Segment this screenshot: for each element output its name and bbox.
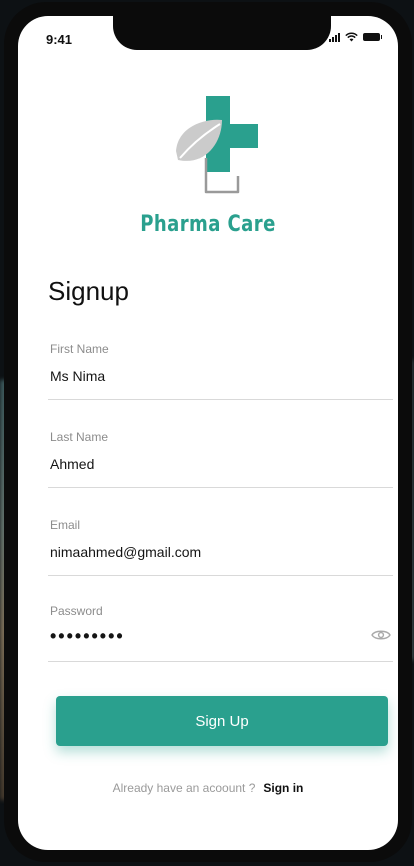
password-input[interactable]: ••••••••• [50, 626, 125, 647]
first-name-label: First Name [50, 342, 109, 356]
last-name-field[interactable]: Last Name [48, 430, 393, 488]
password-field[interactable]: Password ••••••••• [48, 604, 393, 662]
status-icons [329, 32, 382, 42]
password-label: Password [50, 604, 103, 618]
sign-in-link[interactable]: Sign in [263, 781, 303, 795]
sign-up-button[interactable]: Sign Up [56, 696, 388, 746]
battery-icon [363, 33, 382, 41]
app-screen: 9:41 Pharma Care Signup First Name Ms Ni… [18, 16, 398, 850]
last-name-input[interactable] [50, 456, 350, 472]
wifi-icon [345, 32, 358, 42]
first-name-input[interactable] [50, 368, 350, 384]
signin-prompt-text: Already have an acoount ? [112, 781, 256, 795]
signin-prompt: Already have an acoount ? Sign in [18, 781, 398, 795]
eye-icon[interactable] [371, 628, 391, 642]
last-name-label: Last Name [50, 430, 109, 444]
signal-icon [329, 32, 340, 42]
email-input[interactable] [50, 544, 350, 560]
brand-name: Pharma Care [140, 212, 276, 237]
phone-frame: 9:41 Pharma Care Signup First Name Ms Ni… [4, 2, 412, 862]
email-field[interactable]: Email [48, 518, 393, 576]
first-name-field[interactable]: First Name [48, 342, 393, 400]
page-title: Signup [48, 276, 129, 306]
email-label: Email [50, 518, 81, 532]
phone-notch [113, 16, 331, 50]
pharma-care-logo [176, 96, 258, 194]
status-time: 9:41 [46, 32, 73, 47]
